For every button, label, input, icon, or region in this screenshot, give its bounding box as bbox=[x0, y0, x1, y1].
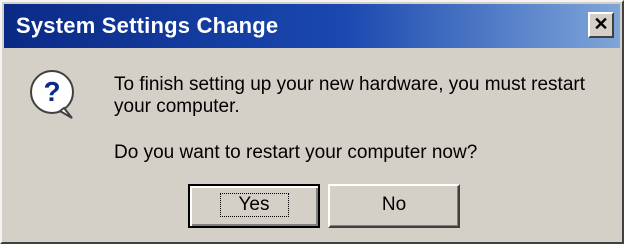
question-glyph: ? bbox=[43, 76, 60, 107]
window-title: System Settings Change bbox=[16, 13, 279, 38]
no-button-label: No bbox=[381, 194, 407, 215]
message-line-2: Do you want to restart your computer now… bbox=[114, 142, 478, 163]
question-icon: ? bbox=[30, 70, 74, 119]
system-settings-change-dialog: System Settings Change ✕ ? To finish set… bbox=[0, 0, 624, 244]
title-bar[interactable]: System Settings Change ✕ bbox=[4, 4, 620, 48]
close-button[interactable]: ✕ bbox=[588, 12, 614, 38]
message-line-1: To finish setting up your new hardware, … bbox=[114, 74, 586, 117]
no-button[interactable]: No bbox=[328, 184, 460, 228]
yes-button[interactable]: Yes bbox=[188, 184, 320, 228]
close-icon: ✕ bbox=[593, 14, 609, 34]
yes-button-label: Yes bbox=[219, 193, 289, 217]
